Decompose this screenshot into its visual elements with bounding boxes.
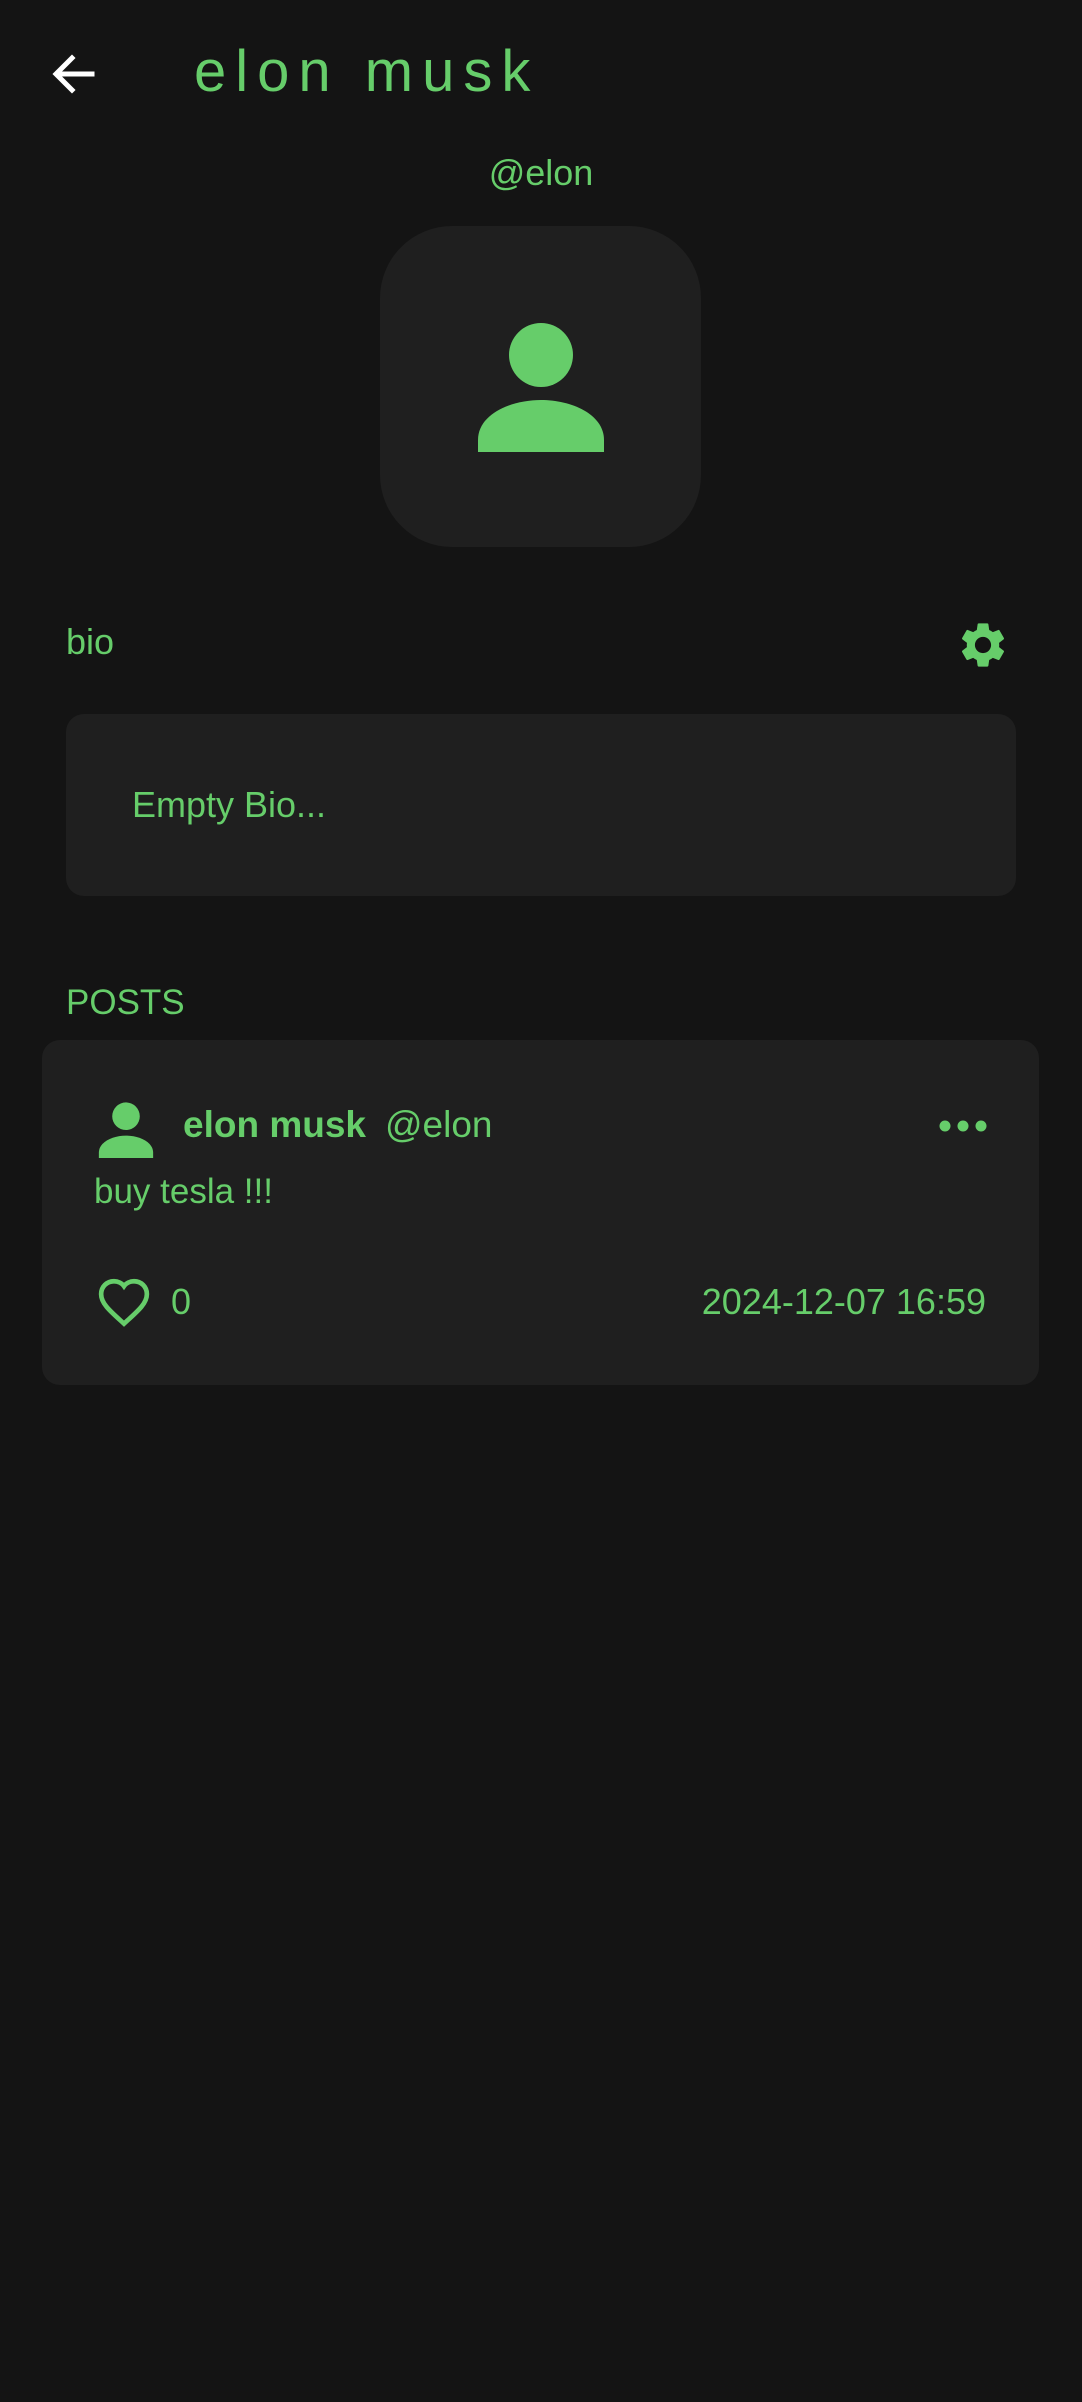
app-bar: elon musk bbox=[0, 0, 1082, 140]
heart-outline-icon bbox=[98, 1278, 150, 1327]
page-title: elon musk bbox=[194, 39, 540, 104]
gear-icon bbox=[961, 623, 1005, 667]
posts-label: POSTS bbox=[66, 983, 185, 1022]
post-text: buy tesla !!! bbox=[94, 1172, 273, 1211]
arrow-left-icon bbox=[52, 54, 95, 94]
bio-box: Empty Bio... bbox=[66, 714, 1016, 896]
bio-label: bio bbox=[66, 621, 115, 662]
post-card[interactable]: elon musk @elon buy tesla !!! 0 2024-12-… bbox=[42, 1040, 1039, 1385]
person-icon bbox=[98, 1102, 154, 1158]
person-icon bbox=[477, 322, 604, 452]
back-button[interactable] bbox=[40, 40, 108, 108]
bio-text: Empty Bio... bbox=[132, 784, 327, 825]
post-handle: @elon bbox=[385, 1104, 493, 1145]
like-count: 0 bbox=[171, 1281, 192, 1322]
edit-bio-button[interactable] bbox=[950, 612, 1016, 678]
post-timestamp: 2024-12-07 16:59 bbox=[701, 1281, 986, 1322]
post-avatar bbox=[98, 1102, 154, 1158]
profile-username: @elon bbox=[488, 152, 594, 193]
post-author: elon musk bbox=[183, 1104, 366, 1145]
like-button[interactable] bbox=[94, 1272, 154, 1332]
post-more-button[interactable] bbox=[928, 1106, 998, 1146]
more-horizontal-icon bbox=[939, 1120, 987, 1132]
profile-avatar bbox=[380, 226, 701, 547]
